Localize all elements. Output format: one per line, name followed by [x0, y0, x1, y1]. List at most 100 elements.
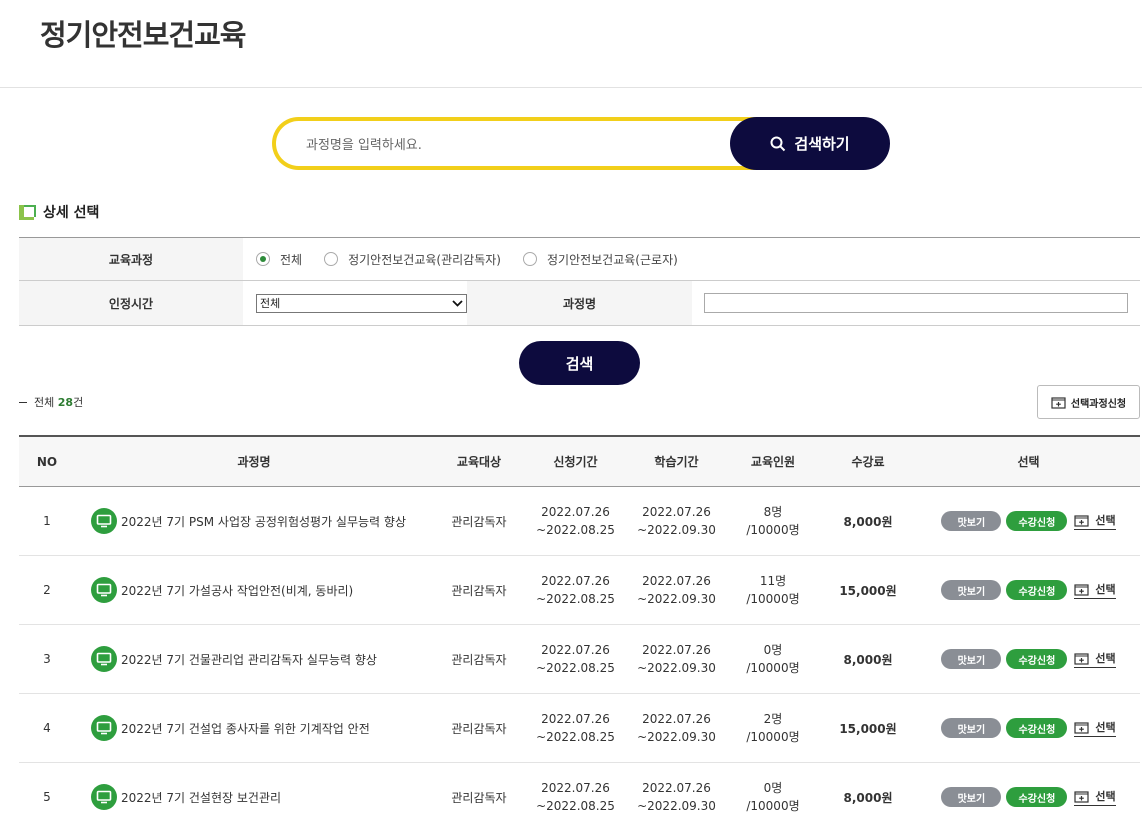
enrolled-count: 8명: [763, 505, 783, 519]
header-fee: 수강료: [851, 455, 885, 469]
enrolled-count: 2명: [763, 712, 783, 726]
capacity: /10000명: [746, 730, 800, 744]
radio-course-worker[interactable]: 정기안전보건교육(근로자): [522, 251, 678, 268]
enroll-button[interactable]: 수강신청: [1006, 511, 1068, 531]
apply-end: ~2022.08.25: [536, 592, 615, 606]
course-name-input[interactable]: [704, 293, 1128, 313]
radio-course-supervisor[interactable]: 정기안전보건교육(관리감독자): [324, 251, 501, 268]
enrolled-count: 11명: [759, 574, 787, 588]
monitor-icon: [91, 508, 117, 534]
select-label: 선택: [1095, 652, 1116, 665]
radio-label: 정기안전보건교육(관리감독자): [348, 252, 501, 267]
study-start: 2022.07.26: [642, 505, 711, 519]
select-button[interactable]: 선택: [1074, 788, 1116, 806]
total-number: 28: [57, 396, 74, 409]
hours-label: 인정시간: [19, 281, 243, 325]
search-button[interactable]: 검색하기: [730, 117, 890, 170]
row-title-cell: 2022년 7기 PSM 사업장 공정위험성평가 실무능력 향상: [75, 508, 433, 534]
capacity: /10000명: [746, 523, 800, 537]
preview-button[interactable]: 맛보기: [941, 511, 1002, 531]
row-actions: 맛보기 수강신청 선택: [917, 649, 1140, 669]
course-label: 교육과정: [19, 238, 243, 280]
table-row: 3 2022년 7기 건물관리업 관리감독자 실무능력 향상 관리감독자 202…: [19, 625, 1140, 694]
radio-course-all[interactable]: 전체: [256, 251, 302, 268]
apply-start: 2022.07.26: [541, 712, 610, 726]
row-no: 4: [43, 721, 51, 735]
row-actions: 맛보기 수강신청 선택: [917, 787, 1140, 807]
enroll-button[interactable]: 수강신청: [1006, 649, 1068, 669]
preview-button[interactable]: 맛보기: [941, 787, 1002, 807]
course-title-link[interactable]: 2022년 7기 건설현장 보건관리: [121, 789, 281, 806]
preview-button[interactable]: 맛보기: [941, 649, 1002, 669]
add-window-icon: [1074, 790, 1089, 803]
apply-selected-button[interactable]: 선택과정신청: [1037, 385, 1140, 419]
header-study-period: 학습기간: [654, 454, 699, 469]
total-prefix: 전체: [34, 396, 55, 409]
filter-search-button[interactable]: 검색: [519, 341, 640, 385]
capacity: /10000명: [746, 799, 800, 813]
row-fee: 8,000원: [843, 652, 893, 667]
chevron-down-icon: [452, 299, 463, 307]
apply-start: 2022.07.26: [541, 505, 610, 519]
course-title-link[interactable]: 2022년 7기 건물관리업 관리감독자 실무능력 향상: [121, 651, 377, 668]
enroll-button[interactable]: 수강신청: [1006, 787, 1068, 807]
study-start: 2022.07.26: [642, 781, 711, 795]
row-enrollment: 8명/10000명: [727, 503, 819, 539]
row-actions: 맛보기 수강신청 선택: [917, 580, 1140, 600]
course-title-link[interactable]: 2022년 7기 가설공사 작업안전(비계, 동바리): [121, 582, 353, 599]
name-label: 과정명: [467, 281, 692, 325]
course-title-link[interactable]: 2022년 7기 PSM 사업장 공정위험성평가 실무능력 향상: [121, 513, 406, 530]
enrolled-count: 0명: [763, 781, 783, 795]
row-enrollment: 11명/10000명: [727, 572, 819, 608]
select-label: 선택: [1095, 721, 1116, 734]
total-count: 전체 28건: [19, 394, 83, 410]
add-window-icon: [1074, 514, 1089, 527]
row-target: 관리감독자: [451, 721, 507, 736]
row-target: 관리감독자: [451, 790, 507, 805]
radio-label: 전체: [280, 252, 303, 267]
hours-select[interactable]: 전체: [256, 293, 467, 313]
search-button-label: 검색하기: [794, 135, 850, 153]
table-row: 2 2022년 7기 가설공사 작업안전(비계, 동바리) 관리감독자 2022…: [19, 556, 1140, 625]
row-fee: 15,000원: [839, 721, 897, 736]
select-button[interactable]: 선택: [1074, 719, 1116, 737]
preview-button[interactable]: 맛보기: [941, 580, 1002, 600]
row-study-period: 2022.07.26 ~2022.09.30: [626, 779, 727, 815]
add-window-icon: [1074, 583, 1089, 596]
search-box: [272, 117, 772, 170]
apply-end: ~2022.08.25: [536, 799, 615, 813]
enroll-button[interactable]: 수강신청: [1006, 580, 1068, 600]
preview-button[interactable]: 맛보기: [941, 718, 1002, 738]
table-row: 4 2022년 7기 건설업 종사자를 위한 기계작업 안전 관리감독자 202…: [19, 694, 1140, 763]
row-enrollment: 0명/10000명: [727, 779, 819, 815]
row-title-cell: 2022년 7기 건설현장 보건관리: [75, 784, 433, 810]
dash-icon: [19, 401, 27, 403]
total-text: 전체 28건: [34, 394, 83, 410]
study-end: ~2022.09.30: [637, 730, 716, 744]
enroll-button[interactable]: 수강신청: [1006, 718, 1068, 738]
row-study-period: 2022.07.26 ~2022.09.30: [626, 710, 727, 746]
select-label: 선택: [1095, 583, 1116, 596]
header-target: 교육대상: [456, 455, 502, 469]
row-fee: 8,000원: [843, 790, 893, 805]
apply-start: 2022.07.26: [541, 781, 610, 795]
row-target: 관리감독자: [451, 514, 507, 529]
capacity: /10000명: [746, 661, 800, 675]
row-fee: 8,000원: [843, 514, 893, 529]
page-header: 정기안전보건교육: [0, 0, 1142, 88]
select-button[interactable]: 선택: [1074, 650, 1116, 668]
row-enrollment: 0명/10000명: [727, 641, 819, 677]
select-button[interactable]: 선택: [1074, 581, 1116, 599]
name-input-wrap: [692, 281, 1140, 325]
row-no: 2: [43, 583, 51, 597]
course-options: 전체 정기안전보건교육(관리감독자) 정기안전보건교육(근로자): [243, 238, 1140, 280]
filter-row-course: 교육과정 전체 정기안전보건교육(관리감독자) 정기안전보건교육(근로자): [19, 238, 1140, 281]
hours-select-value: 전체: [260, 297, 281, 310]
table-header: NO 과정명 교육대상 신청기간 학습기간 교육인원 수강료 선택: [19, 437, 1140, 487]
course-title-link[interactable]: 2022년 7기 건설업 종사자를 위한 기계작업 안전: [121, 720, 370, 737]
search-input[interactable]: [306, 134, 726, 156]
study-end: ~2022.09.30: [637, 592, 716, 606]
select-button[interactable]: 선택: [1074, 512, 1116, 530]
section-title-label: 상세 선택: [43, 205, 100, 221]
select-label: 선택: [1095, 514, 1116, 527]
